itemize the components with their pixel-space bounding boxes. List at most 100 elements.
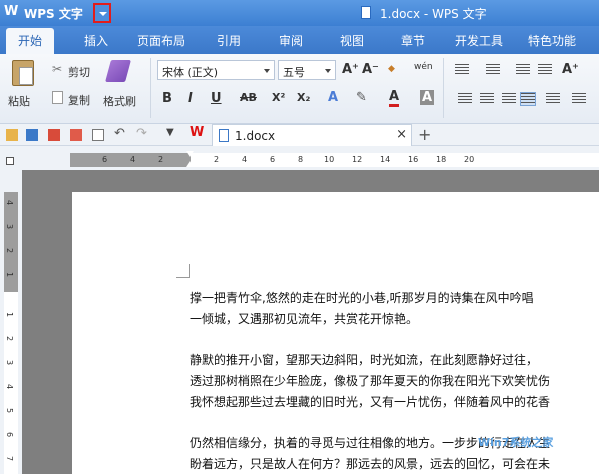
numbered-list-icon[interactable]	[486, 64, 500, 76]
tab-review[interactable]: 审阅	[279, 32, 303, 49]
more-dropdown-icon[interactable]: ▼	[166, 127, 178, 139]
document-tab[interactable]: 1.docx ×	[212, 124, 412, 146]
app-menu-dropdown-button[interactable]	[93, 3, 111, 23]
document-page[interactable]: 撑一把青竹伞,悠然的走在时光的小巷,听那岁月的诗集在风中吟唱 一倾城，又遇那初见…	[72, 192, 599, 474]
tab-section[interactable]: 章节	[401, 32, 425, 49]
font-color-button[interactable]: A	[389, 90, 400, 107]
vertical-ruler[interactable]: 4 3 2 1 1 2 3 4 5 6 7	[4, 192, 18, 474]
line-spacing-icon[interactable]	[572, 93, 586, 105]
tab-page-layout[interactable]: 页面布局	[137, 32, 185, 49]
align-center-icon[interactable]	[480, 93, 494, 105]
font-size-up-icon[interactable]: A⁺	[562, 62, 579, 77]
text-line: 静默的推开小窗，望那天边斜阳，时光如流，在此刻愿静好过往，	[190, 353, 539, 367]
strikethrough-button[interactable]: AB	[240, 91, 257, 104]
format-painter-icon[interactable]	[105, 60, 131, 82]
grow-font-button[interactable]: A⁺	[342, 62, 359, 77]
ruler-tick: 8	[298, 155, 304, 164]
ruler-tick: 2	[158, 155, 164, 164]
wps-w-icon[interactable]: W	[190, 125, 204, 140]
ruler-tick: 4	[242, 155, 248, 164]
align-right-icon[interactable]	[502, 93, 516, 105]
subscript-button[interactable]: X₂	[297, 91, 310, 104]
text-line: 盼着远方，只是故人在何方？那远去的风景，远去的回忆，可会在未	[190, 457, 551, 471]
wps-logo-icon: W	[4, 4, 19, 19]
ruler-tick: 20	[464, 155, 475, 164]
ruler-tick: 6	[5, 431, 15, 438]
pinyin-button[interactable]: wén	[414, 62, 433, 72]
export-pdf-icon[interactable]	[48, 129, 60, 141]
text-effect-icon[interactable]: A	[328, 90, 338, 105]
ruler-tick: 6	[270, 155, 276, 164]
bullet-list-icon[interactable]	[455, 64, 469, 76]
ruler-tick: 18	[436, 155, 447, 164]
bold-button[interactable]: B	[162, 91, 172, 106]
ruler-tick: 7	[5, 455, 15, 462]
print-preview-icon[interactable]	[92, 129, 104, 141]
document-tab-label: 1.docx	[235, 129, 276, 143]
horizontal-ruler[interactable]: 6 4 2 2 4 6 8 10 12 14 16 18 20	[70, 153, 599, 167]
decrease-indent-icon[interactable]	[516, 64, 530, 76]
margin-corner-mark	[176, 264, 190, 278]
clear-format-icon[interactable]: ◆	[388, 64, 395, 74]
undo-icon[interactable]: ↶	[114, 126, 126, 141]
tab-home[interactable]: 开始	[6, 28, 55, 54]
paste-icon[interactable]	[12, 60, 34, 86]
print-icon[interactable]	[70, 129, 82, 141]
new-tab-button[interactable]: +	[418, 125, 431, 144]
ruler-tick: 3	[5, 223, 15, 230]
scissors-icon: ✂	[52, 62, 63, 76]
ruler-tick: 12	[352, 155, 363, 164]
tab-references[interactable]: 引用	[217, 32, 241, 49]
text-line: 我怀想起那些过去埋藏的旧时光，又有一片忧伤，伴随着风中的花香	[190, 395, 551, 409]
cut-button[interactable]: 剪切	[68, 64, 90, 80]
char-shading-icon[interactable]: A	[420, 90, 435, 105]
open-folder-icon[interactable]	[6, 129, 18, 141]
ruler-tick: 1	[5, 271, 15, 278]
title-bar: W WPS 文字 1.docx - WPS 文字	[0, 0, 599, 26]
ruler-tick: 6	[102, 155, 108, 164]
paragraph-2[interactable]: 静默的推开小窗，望那天边斜阳，时光如流，在此刻愿静好过往， 透过那树梢照在少年脸…	[190, 350, 599, 413]
copy-icon	[52, 91, 63, 104]
window-title: 1.docx - WPS 文字	[380, 7, 487, 21]
copy-button[interactable]: 复制	[68, 92, 90, 108]
superscript-button[interactable]: X²	[272, 91, 285, 104]
text-line: 透过那树梢照在少年脸庞，像极了那年夏天的你我在阳光下欢笑忧伤	[190, 374, 551, 388]
increase-indent-icon[interactable]	[538, 64, 552, 76]
document-icon	[361, 6, 371, 19]
hanging-indent-handle[interactable]	[186, 161, 194, 167]
font-size-select[interactable]: 五号	[278, 60, 336, 80]
ruler-tick: 16	[408, 155, 419, 164]
tab-stop-selector[interactable]	[6, 157, 14, 165]
ruler-tick: 4	[5, 199, 15, 206]
watermark-logo: Win7系统之家	[478, 436, 554, 449]
close-tab-button[interactable]: ×	[396, 127, 407, 142]
first-line-indent-handle[interactable]	[186, 151, 194, 157]
ribbon-home: 粘贴 ✂ 剪切 复制 格式刷 宋体 (正文) 五号 A⁺ A⁻ ◆ wén B …	[0, 54, 599, 124]
paste-button[interactable]: 粘贴	[8, 93, 30, 109]
tab-view[interactable]: 视图	[340, 32, 364, 49]
font-name-select[interactable]: 宋体 (正文)	[157, 60, 275, 80]
highlight-icon[interactable]: ✎	[356, 90, 367, 105]
app-name[interactable]: WPS 文字	[24, 5, 83, 22]
align-justify-icon[interactable]	[520, 92, 536, 106]
ruler-tick: 2	[5, 247, 15, 254]
tab-insert[interactable]: 插入	[84, 32, 108, 49]
save-icon[interactable]	[26, 129, 38, 141]
shrink-font-button[interactable]: A⁻	[362, 62, 379, 77]
underline-button[interactable]: U	[211, 91, 222, 106]
paragraph-1[interactable]: 撑一把青竹伞,悠然的走在时光的小巷,听那岁月的诗集在风中吟唱 一倾城，又遇那初见…	[190, 288, 599, 330]
redo-icon[interactable]: ↷	[136, 126, 148, 141]
ruler-tick: 2	[5, 335, 15, 342]
ruler-tick: 2	[214, 155, 220, 164]
italic-button[interactable]: I	[188, 91, 193, 106]
tab-special[interactable]: 特色功能	[528, 32, 576, 49]
format-painter-button[interactable]: 格式刷	[103, 93, 136, 109]
align-left-icon[interactable]	[458, 93, 472, 105]
text-line: 撑一把青竹伞,悠然的走在时光的小巷,听那岁月的诗集在风中吟唱	[190, 291, 534, 305]
distributed-align-icon[interactable]	[546, 93, 560, 105]
tab-developer[interactable]: 开发工具	[455, 32, 503, 49]
divider	[443, 58, 444, 118]
indent-marker[interactable]	[186, 151, 195, 171]
ruler-tick: 14	[380, 155, 391, 164]
divider	[150, 58, 151, 118]
